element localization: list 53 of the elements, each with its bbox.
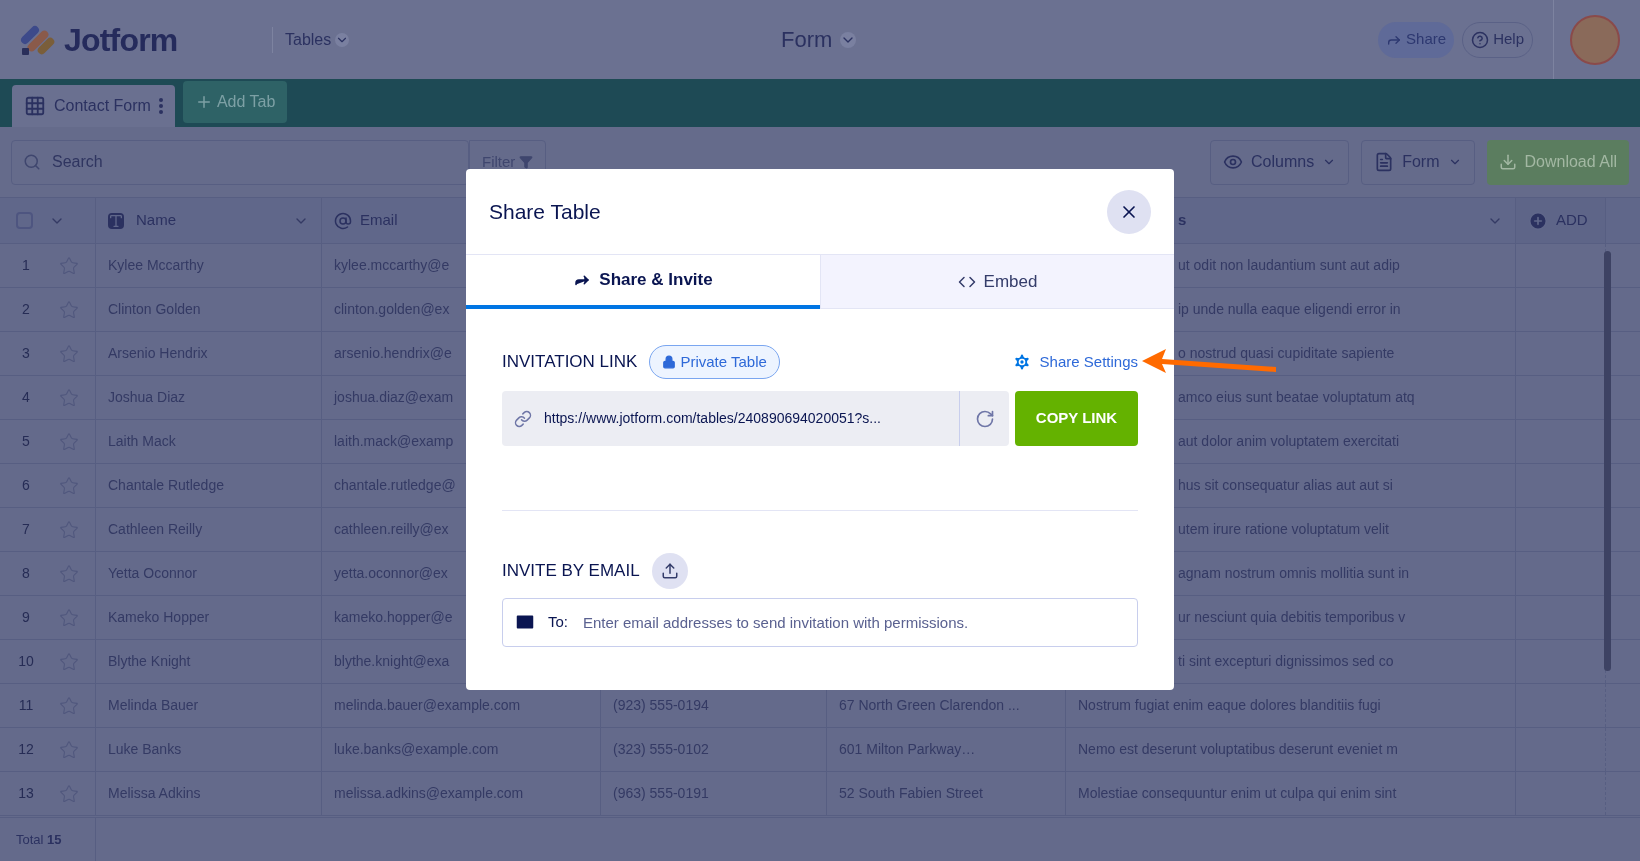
grid-icon <box>24 95 46 117</box>
caret-icon <box>840 31 857 48</box>
logo-text: Jotform <box>64 20 178 60</box>
row-number: 9 <box>21 608 31 627</box>
refresh-icon <box>974 408 995 429</box>
row-number: 1 <box>21 256 31 275</box>
at-sign-icon <box>334 211 352 230</box>
plus-icon <box>1528 210 1548 231</box>
private-table-badge: Private Table <box>649 345 780 379</box>
copy-link-button[interactable]: COPY LINK <box>1015 391 1138 446</box>
share-settings-link[interactable]: Share Settings <box>1011 350 1138 374</box>
avatar[interactable] <box>1570 14 1620 65</box>
to-label: To: <box>548 613 568 631</box>
link-icon <box>514 409 532 428</box>
filter-icon <box>519 155 534 169</box>
dialog-tab[interactable]: Embed <box>820 255 1174 309</box>
link-text: https://www.jotform.com/tables/240890694020051?s... <box>544 409 882 428</box>
lock-icon <box>662 355 677 369</box>
row-number: 4 <box>21 388 31 407</box>
download-all-button[interactable]: Download All <box>1486 139 1629 185</box>
row-number: 10 <box>17 652 35 671</box>
help-icon <box>1471 30 1490 49</box>
upload-button[interactable] <box>651 553 688 589</box>
invitation-link-field[interactable]: https://www.jotform.com/tables/240890694020051?s... <box>502 391 1009 446</box>
row-number: 7 <box>21 520 31 539</box>
row-number: 11 <box>17 696 35 715</box>
more-icon <box>158 98 163 114</box>
close-button[interactable] <box>1107 189 1151 234</box>
scrollbar-thumb[interactable] <box>1604 251 1611 671</box>
eye-icon <box>1223 152 1244 172</box>
dialog-title: Share Table <box>489 198 601 225</box>
row-number: 13 <box>17 784 35 803</box>
row-number: 6 <box>21 476 31 495</box>
text-field-icon <box>108 212 124 229</box>
row-number: 2 <box>21 300 31 319</box>
form-icon <box>1374 152 1395 172</box>
section-label: INVITATION LINK <box>502 351 638 374</box>
search-icon <box>23 152 41 171</box>
table-tab[interactable]: Contact Form <box>12 85 175 127</box>
row-number: 12 <box>17 740 35 759</box>
row-number: 5 <box>21 432 31 451</box>
upload-icon <box>660 562 679 580</box>
download-icon <box>1498 153 1517 171</box>
caret-icon <box>335 32 350 47</box>
add-tab-button[interactable]: Add Tab <box>182 81 288 123</box>
workspace-dropdown[interactable]: Tables <box>285 27 350 52</box>
form-title-dropdown[interactable]: Form <box>781 23 857 56</box>
row-number: 8 <box>21 564 31 583</box>
total-count: Total 15 <box>16 830 62 849</box>
row-number: 3 <box>21 344 31 363</box>
view-button[interactable]: Form <box>1361 139 1475 185</box>
section-label: INVITE BY EMAIL <box>502 560 640 583</box>
columns-button[interactable]: Columns <box>1210 139 1350 185</box>
